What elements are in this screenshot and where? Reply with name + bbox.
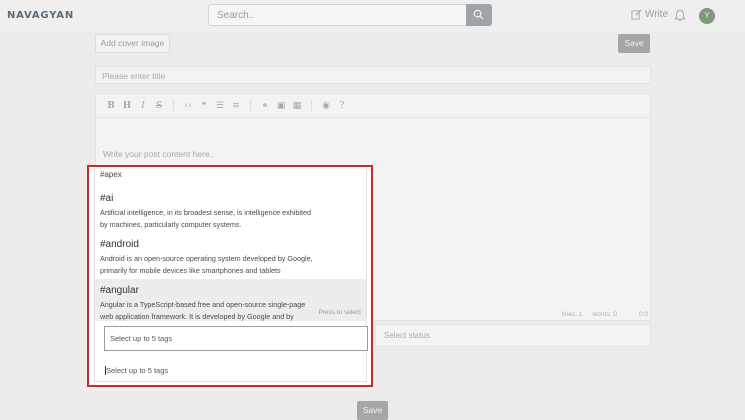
tag-option-description: Angular is a TypeScript-based free and o… [100, 300, 306, 321]
title-input[interactable]: Please enter title [95, 66, 651, 84]
heading-icon[interactable]: H [120, 99, 134, 113]
tags-select-box[interactable]: Select up to 5 tags [104, 326, 368, 351]
status-lines: lines: 1 [561, 311, 583, 318]
write-label: Write [645, 9, 669, 20]
save-button-bottom[interactable]: Save [357, 401, 388, 420]
tag-option-title: #apex [100, 170, 122, 179]
toolbar-divider [173, 100, 174, 111]
tag-option-title: #android [100, 239, 139, 250]
quote-icon[interactable]: ❝ [197, 99, 211, 113]
editor-statusbar: lines: 1 words: 0 0:0 [396, 311, 648, 318]
status-cursor: 0:0 [638, 311, 648, 318]
strikethrough-icon[interactable]: S [152, 99, 166, 113]
logo-text: NAVAGYAN [7, 10, 75, 21]
tag-option-apex[interactable]: #apex [95, 170, 366, 179]
search-icon [473, 9, 484, 20]
site-logo[interactable]: NAVAGYAN [7, 10, 74, 21]
image-icon[interactable]: ▣ [274, 99, 288, 113]
add-cover-image-button[interactable]: Add cover image [95, 34, 170, 53]
tag-option-title: #ai [100, 193, 114, 204]
tag-option-android[interactable]: #android Android is an open-source opera… [95, 239, 366, 276]
status-select[interactable]: Select status [375, 324, 651, 347]
user-avatar[interactable]: Y [699, 8, 715, 24]
link-icon[interactable]: ⚭ [258, 99, 272, 113]
tags-dropdown: #apex #ai Artificial intelligence, in it… [94, 167, 368, 382]
tags-dropdown-highlight: #apex #ai Artificial intelligence, in it… [87, 165, 373, 387]
code-icon[interactable]: ‹› [181, 99, 195, 113]
unordered-list-icon[interactable]: ≡ [229, 99, 243, 113]
bell-icon [674, 9, 686, 22]
write-button[interactable]: Write [631, 9, 668, 20]
press-to-select-hint: Press to select [318, 309, 361, 316]
content-placeholder[interactable]: Write your post content here.. [103, 149, 214, 159]
edit-icon [631, 9, 642, 20]
notifications-button[interactable] [674, 9, 686, 27]
tag-option-description: Android is an open-source operating syst… [100, 254, 313, 275]
editor-toolbar: B H I S ‹› ❝ ☰ ≡ ⚭ ▣ ▦ ◉ ? [96, 94, 650, 118]
tags-input-placeholder: Select up to 5 tags [106, 366, 169, 375]
status-words: words: 0 [592, 311, 617, 318]
bold-icon[interactable]: B [104, 99, 118, 113]
tag-option-ai[interactable]: #ai Artificial intelligence, in its broa… [95, 193, 366, 230]
italic-icon[interactable]: I [136, 99, 150, 113]
search-button[interactable] [466, 4, 492, 26]
toolbar-divider [250, 100, 251, 111]
tag-option-description: Artificial intelligence, in its broadest… [100, 208, 311, 229]
search-input[interactable] [209, 5, 467, 25]
tag-option-angular[interactable]: #angular Angular is a TypeScript-based f… [95, 279, 366, 321]
save-button-top[interactable]: Save [618, 34, 650, 53]
search-bar [208, 4, 492, 26]
table-icon[interactable]: ▦ [290, 99, 304, 113]
ordered-list-icon[interactable]: ☰ [213, 99, 227, 113]
top-header: NAVAGYAN Write Y [0, 0, 745, 32]
help-icon[interactable]: ? [335, 99, 349, 113]
tag-option-title: #angular [100, 285, 139, 296]
tags-search-input[interactable]: Select up to 5 tags [105, 366, 168, 375]
toolbar-divider [311, 100, 312, 111]
preview-icon[interactable]: ◉ [319, 99, 333, 113]
